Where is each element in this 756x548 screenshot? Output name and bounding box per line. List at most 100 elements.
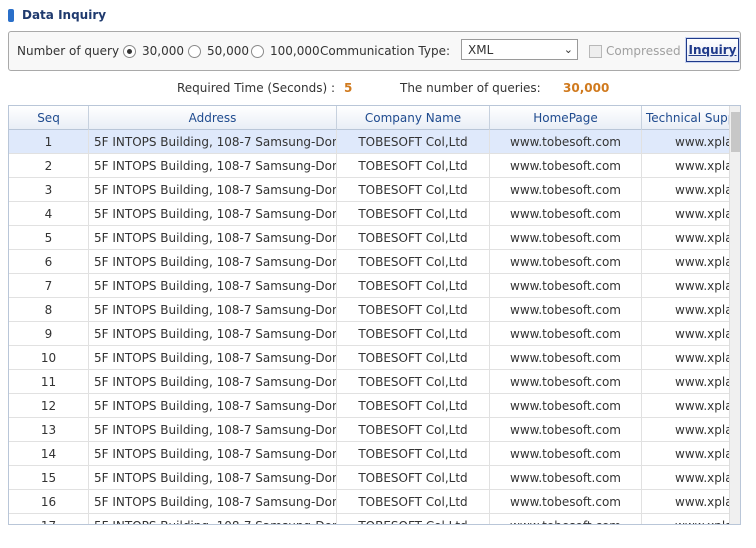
radio-option-50000[interactable]: 50,000 (188, 32, 249, 70)
address-cell: 5F INTOPS Building, 108-7 Samsung-Dong (89, 466, 337, 489)
query-panel: Number of query : 30,000 50,000 100,000 … (8, 31, 741, 71)
address-cell: 5F INTOPS Building, 108-7 Samsung-Dong (89, 274, 337, 297)
address-cell: 5F INTOPS Building, 108-7 Samsung-Dong (89, 250, 337, 273)
radio-button-icon[interactable] (188, 44, 201, 58)
technical-support-cell: www.xpla (642, 226, 740, 249)
seq-cell: 13 (9, 418, 89, 441)
seq-cell: 16 (9, 490, 89, 513)
column-header-homepage[interactable]: HomePage (490, 106, 642, 130)
table-row[interactable]: 8 5F INTOPS Building, 108-7 Samsung-Dong T… (9, 298, 740, 322)
table-row[interactable]: 5 5F INTOPS Building, 108-7 Samsung-Dong T… (9, 226, 740, 250)
homepage-cell: www.tobesoft.com (490, 202, 642, 225)
table-row[interactable]: 6 5F INTOPS Building, 108-7 Samsung-Dong T… (9, 250, 740, 274)
homepage-cell: www.tobesoft.com (490, 322, 642, 345)
column-header-address[interactable]: Address (89, 106, 337, 130)
table-row[interactable]: 12 5F INTOPS Building, 108-7 Samsung-Dong… (9, 394, 740, 418)
company-name-cell: TOBESOFT Col,Ltd (337, 298, 490, 321)
radio-option-label: 100,000 (270, 44, 320, 58)
homepage-cell: www.tobesoft.com (490, 418, 642, 441)
communication-type-select[interactable]: XML ⌄ (461, 39, 578, 60)
homepage-cell: www.tobesoft.com (490, 250, 642, 273)
company-name-cell: TOBESOFT Col,Ltd (337, 418, 490, 441)
column-header-seq[interactable]: Seq (9, 106, 89, 130)
company-name-cell: TOBESOFT Col,Ltd (337, 394, 490, 417)
seq-cell: 14 (9, 442, 89, 465)
technical-support-cell: www.xpla (642, 154, 740, 177)
table-row[interactable]: 2 5F INTOPS Building, 108-7 Samsung-Dong T… (9, 154, 740, 178)
table-row[interactable]: 15 5F INTOPS Building, 108-7 Samsung-Dong… (9, 466, 740, 490)
table-row[interactable]: 3 5F INTOPS Building, 108-7 Samsung-Dong T… (9, 178, 740, 202)
address-cell: 5F INTOPS Building, 108-7 Samsung-Dong (89, 418, 337, 441)
seq-cell: 8 (9, 298, 89, 321)
scrollbar-thumb[interactable] (731, 112, 740, 152)
compressed-option[interactable]: Compressed (589, 32, 681, 70)
homepage-cell: www.tobesoft.com (490, 514, 642, 524)
table-row[interactable]: 7 5F INTOPS Building, 108-7 Samsung-Dong T… (9, 274, 740, 298)
technical-support-cell: www.xpla (642, 130, 740, 153)
homepage-cell: www.tobesoft.com (490, 442, 642, 465)
vertical-scrollbar[interactable] (729, 106, 740, 524)
address-cell: 5F INTOPS Building, 108-7 Samsung-Dong (89, 178, 337, 201)
seq-cell: 10 (9, 346, 89, 369)
company-name-cell: TOBESOFT Col,Ltd (337, 346, 490, 369)
address-cell: 5F INTOPS Building, 108-7 Samsung-Dong (89, 370, 337, 393)
data-grid[interactable]: Seq Address Company Name HomePage Techni… (8, 105, 741, 525)
technical-support-cell: www.xpla (642, 298, 740, 321)
compressed-checkbox[interactable] (589, 44, 602, 58)
table-row[interactable]: 10 5F INTOPS Building, 108-7 Samsung-Dong… (9, 346, 740, 370)
radio-button-icon[interactable] (251, 44, 264, 58)
radio-option-100000[interactable]: 100,000 (251, 32, 320, 70)
table-row[interactable]: 9 5F INTOPS Building, 108-7 Samsung-Dong T… (9, 322, 740, 346)
homepage-cell: www.tobesoft.com (490, 130, 642, 153)
required-time-label: Required Time (Seconds) : (177, 81, 336, 95)
address-cell: 5F INTOPS Building, 108-7 Samsung-Dong (89, 346, 337, 369)
technical-support-cell: www.xpla (642, 514, 740, 525)
homepage-cell: www.tobesoft.com (490, 226, 642, 249)
company-name-cell: TOBESOFT Col,Ltd (337, 442, 490, 465)
number-of-query-label: Number of query : (17, 44, 127, 58)
radio-option-30000[interactable]: 30,000 (123, 32, 184, 70)
table-row[interactable]: 175F INTOPS Building, 108-7 Samsung-Dong… (9, 514, 740, 525)
table-row[interactable]: 13 5F INTOPS Building, 108-7 Samsung-Dong… (9, 418, 740, 442)
page-title-bar: Data Inquiry (8, 6, 106, 24)
seq-cell: 2 (9, 154, 89, 177)
homepage-cell: www.tobesoft.com (490, 394, 642, 417)
homepage-cell: www.tobesoft.com (490, 490, 642, 513)
table-row[interactable]: 16 5F INTOPS Building, 108-7 Samsung-Dong… (9, 490, 740, 514)
query-count-value: 30,000 (563, 81, 610, 95)
homepage-cell: www.tobesoft.com (490, 370, 642, 393)
column-header-technical-support[interactable]: Technical Supp (642, 106, 740, 130)
column-header-company-name[interactable]: Company Name (337, 106, 490, 130)
address-cell: 5F INTOPS Building, 108-7 Samsung-Dong (89, 226, 337, 249)
title-marker-icon (8, 8, 14, 22)
technical-support-cell: www.xpla (642, 178, 740, 201)
company-name-cell: TOBESOFT Col,Ltd (337, 466, 490, 489)
inquiry-button[interactable]: Inquiry (685, 37, 740, 63)
address-cell: 5F INTOPS Building, 108-7 Samsung-Dong (89, 442, 337, 465)
technical-support-cell: www.xpla (642, 274, 740, 297)
company-name-cell: TOBESOFT Col,Ltd (337, 514, 490, 524)
grid-header: Seq Address Company Name HomePage Techni… (9, 106, 740, 130)
technical-support-cell: www.xpla (642, 202, 740, 225)
seq-cell: 9 (9, 322, 89, 345)
chevron-down-icon[interactable]: ⌄ (564, 43, 573, 56)
company-name-cell: TOBESOFT Col,Ltd (337, 226, 490, 249)
table-row[interactable]: 4 5F INTOPS Building, 108-7 Samsung-Dong T… (9, 202, 740, 226)
table-row[interactable]: 14 5F INTOPS Building, 108-7 Samsung-Dong… (9, 442, 740, 466)
technical-support-cell: www.xpla (642, 250, 740, 273)
address-cell: 5F INTOPS Building, 108-7 Samsung-Dong (89, 514, 337, 524)
technical-support-cell: www.xpla (642, 418, 740, 441)
seq-cell: 15 (9, 466, 89, 489)
company-name-cell: TOBESOFT Col,Ltd (337, 370, 490, 393)
address-cell: 5F INTOPS Building, 108-7 Samsung-Dong (89, 154, 337, 177)
seq-cell: 4 (9, 202, 89, 225)
seq-cell: 5 (9, 226, 89, 249)
technical-support-cell: www.xpla (642, 346, 740, 369)
table-row[interactable]: 11 5F INTOPS Building, 108-7 Samsung-Dong… (9, 370, 740, 394)
radio-option-label: 50,000 (207, 44, 249, 58)
radio-button-icon[interactable] (123, 44, 136, 58)
table-row[interactable]: 1 5F INTOPS Building, 108-7 Samsung-Dong T… (9, 130, 740, 154)
query-count-label: The number of queries: (400, 81, 541, 95)
communication-type-value: XML (468, 42, 494, 57)
seq-cell: 11 (9, 370, 89, 393)
